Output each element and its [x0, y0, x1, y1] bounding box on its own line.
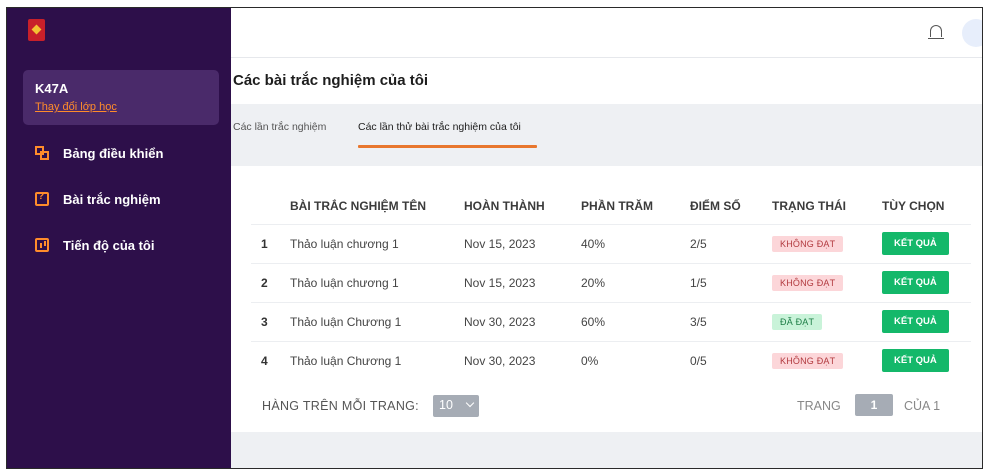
chevron-down-icon	[465, 398, 475, 408]
dashboard-icon	[35, 146, 49, 160]
result-button[interactable]: KẾT QUẢ	[882, 232, 949, 255]
result-button[interactable]: KẾT QUẢ	[882, 349, 949, 373]
sidebar-item-dashboard[interactable]: Bảng điều khiển	[23, 139, 163, 167]
change-class-link[interactable]: Thay đổi lớp học	[35, 101, 117, 113]
avatar[interactable]	[962, 19, 982, 47]
attempts-card: BÀI TRẮC NGHIỆM TÊN HOÀN THÀNH PHẦN TRĂM…	[231, 166, 982, 432]
status-cell: ĐÃ ĐẠT	[772, 301, 882, 341]
options-cell: KẾT QUẢ	[882, 340, 971, 380]
rows-per-page-select[interactable]: 10	[433, 395, 479, 417]
progress-chart-icon	[35, 238, 49, 252]
quiz-name: Thảo luận chương 1	[290, 223, 464, 263]
tab-bar: Các lần trắc nghiệm Các lần thử bài trắc…	[231, 104, 982, 166]
class-name: K47A	[35, 81, 69, 96]
status-badge: KHÔNG ĐẠT	[772, 274, 844, 291]
table-header-row: BÀI TRẮC NGHIỆM TÊN HOÀN THÀNH PHẦN TRĂM…	[251, 189, 971, 224]
sidebar: K47A Thay đổi lớp học Bảng điều khiển Bà…	[7, 8, 231, 468]
quiz-icon	[35, 191, 49, 206]
column-header-percent: PHẦN TRĂM	[581, 199, 653, 214]
column-header-status: TRẠNG THÁI	[772, 199, 846, 214]
quiz-name: Thảo luận Chương 1	[290, 301, 464, 341]
table-row: 1 Thảo luận chương 1 Nov 15, 2023 40% 2/…	[251, 223, 971, 263]
page-title: Các bài trắc nghiệm của tôi	[233, 72, 429, 89]
top-bar	[231, 8, 982, 58]
table-row: 3 Thảo luận Chương 1 Nov 30, 2023 60% 3/…	[251, 301, 971, 341]
options-cell: KẾT QUẢ	[882, 301, 971, 341]
column-header-index	[251, 189, 290, 224]
column-header-name: BÀI TRẮC NGHIỆM TÊN	[290, 199, 426, 214]
class-card: K47A Thay đổi lớp học	[23, 70, 219, 125]
table-row: 4 Thảo luận Chương 1 Nov 30, 2023 0% 0/5…	[251, 340, 971, 380]
score: 3/5	[690, 301, 772, 341]
score: 2/5	[690, 223, 772, 263]
page-label: TRANG	[797, 399, 841, 413]
percent: 40%	[581, 223, 690, 263]
active-tab-indicator	[358, 145, 537, 148]
quiz-name: Thảo luận Chương 1	[290, 340, 464, 380]
sidebar-item-quizzes[interactable]: Bài trắc nghiệm	[23, 185, 161, 213]
status-cell: KHÔNG ĐẠT	[772, 262, 882, 302]
status-badge: KHÔNG ĐẠT	[772, 235, 844, 252]
completed-date: Nov 15, 2023	[464, 262, 581, 302]
options-cell: KẾT QUẢ	[882, 223, 971, 263]
score: 1/5	[690, 262, 772, 302]
quiz-name: Thảo luận chương 1	[290, 262, 464, 302]
tab-my-quiz-attempts[interactable]: Các lần thử bài trắc nghiệm của tôi	[358, 121, 521, 133]
attempts-table: BÀI TRẮC NGHIỆM TÊN HOÀN THÀNH PHẦN TRĂM…	[251, 189, 971, 380]
logo-icon[interactable]	[28, 19, 45, 41]
status-cell: KHÔNG ĐẠT	[772, 340, 882, 380]
bell-icon[interactable]	[928, 25, 944, 39]
result-button[interactable]: KẾT QUẢ	[882, 271, 949, 294]
completed-date: Nov 15, 2023	[464, 223, 581, 263]
row-index: 1	[251, 223, 290, 263]
sidebar-item-label: Bảng điều khiển	[63, 145, 164, 161]
percent: 20%	[581, 262, 690, 302]
result-button[interactable]: KẾT QUẢ	[882, 310, 949, 333]
percent: 0%	[581, 340, 690, 380]
row-index: 4	[251, 340, 290, 380]
page-total-label: CỦA 1	[904, 399, 941, 413]
column-header-completed: HOÀN THÀNH	[464, 199, 545, 214]
sidebar-item-progress[interactable]: Tiến độ của tôi	[23, 231, 155, 259]
sidebar-item-label: Tiến độ của tôi	[63, 237, 155, 253]
app-window: K47A Thay đổi lớp học Bảng điều khiển Bà…	[6, 7, 983, 469]
status-badge: KHÔNG ĐẠT	[772, 352, 844, 369]
score: 0/5	[690, 340, 772, 380]
rows-per-page-label: HÀNG TRÊN MỖI TRANG:	[262, 399, 419, 413]
completed-date: Nov 30, 2023	[464, 340, 581, 380]
rows-per-page-value: 10	[439, 398, 453, 412]
status-badge: ĐÃ ĐẠT	[772, 313, 823, 330]
options-cell: KẾT QUẢ	[882, 262, 971, 302]
tab-quiz-attempts[interactable]: Các lần trắc nghiệm	[233, 121, 326, 133]
pagination: HÀNG TRÊN MỖI TRANG: 10 TRANG 1 CỦA 1	[231, 392, 982, 420]
column-header-score: ĐIỂM SỐ	[690, 199, 741, 214]
status-cell: KHÔNG ĐẠT	[772, 223, 882, 263]
percent: 60%	[581, 301, 690, 341]
page-number-input[interactable]: 1	[855, 394, 893, 416]
sidebar-item-label: Bài trắc nghiệm	[63, 191, 161, 207]
row-index: 2	[251, 262, 290, 302]
table-row: 2 Thảo luận chương 1 Nov 15, 2023 20% 1/…	[251, 262, 971, 302]
column-header-options: TÙY CHỌN	[882, 199, 945, 214]
row-index: 3	[251, 301, 290, 341]
completed-date: Nov 30, 2023	[464, 301, 581, 341]
page-header: Các bài trắc nghiệm của tôi	[231, 58, 982, 104]
